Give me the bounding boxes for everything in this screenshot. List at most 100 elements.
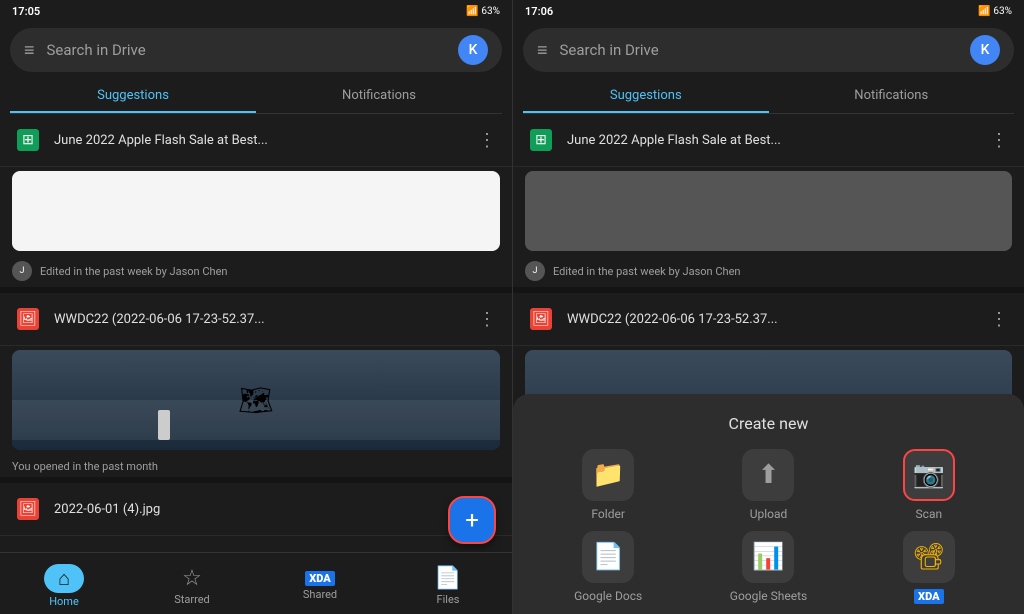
left-phone-panel: 17:05 📶 63% ≡ Search in Drive K Suggesti… <box>0 0 512 614</box>
more-icon-r1[interactable]: ⋮ <box>986 126 1012 155</box>
preview-gray-r1 <box>525 171 1012 251</box>
nav-shared[interactable]: XDA Shared <box>256 567 384 601</box>
home-icon: ⌂ <box>44 564 84 593</box>
file-name-r1: June 2022 Apple Flash Sale at Best... <box>567 133 976 148</box>
create-folder[interactable]: 📁 Folder <box>533 449 683 521</box>
search-text-right: Search in Drive <box>560 41 970 59</box>
file-preview-2: 🗺 <box>12 350 500 450</box>
wwdc-scene: 🗺 <box>12 350 500 450</box>
signal-icon-right: 📶 <box>978 6 990 17</box>
file-info-r2: WWDC22 (2022-06-06 17-23-52.37... <box>567 312 976 327</box>
file-item-r1[interactable]: ⊞ June 2022 Apple Flash Sale at Best... … <box>513 114 1024 167</box>
person-figure <box>158 410 170 440</box>
preview-image-2: 🗺 <box>12 350 500 450</box>
status-time-right: 17:06 <box>525 5 553 18</box>
spreadsheet-icon-r1: ⊞ <box>525 124 557 156</box>
scan-icon-wrap: 📷 <box>903 449 955 501</box>
tab-suggestions-left[interactable]: Suggestions <box>10 78 256 113</box>
nav-starred[interactable]: ☆ Starred <box>128 562 256 606</box>
edited-line-1: J Edited in the past week by Jason Chen <box>0 257 512 287</box>
file-info-r1: June 2022 Apple Flash Sale at Best... <box>567 133 976 148</box>
battery-left: 63% <box>481 6 500 17</box>
bottom-nav-left: ⌂ Home ☆ Starred XDA Shared 📄 Files <box>0 552 512 614</box>
more-icon-r2[interactable]: ⋮ <box>986 305 1012 334</box>
tab-notifications-left[interactable]: Notifications <box>256 78 502 113</box>
file-list-left: ⊞ June 2022 Apple Flash Sale at Best... … <box>0 114 512 614</box>
docs-label: Google Docs <box>574 589 642 603</box>
file-name-2: WWDC22 (2022-06-06 17-23-52.37... <box>54 312 464 327</box>
nav-home-label: Home <box>49 595 79 608</box>
sheets-label: Google Sheets <box>730 589 807 603</box>
scan-label: Scan <box>916 507 943 521</box>
create-new-title: Create new <box>513 414 1024 433</box>
file-preview-r1 <box>525 171 1012 251</box>
file-info-1: June 2022 Apple Flash Sale at Best... <box>54 133 464 148</box>
more-icon-1[interactable]: ⋮ <box>474 126 500 155</box>
tabs-right: Suggestions Notifications <box>523 78 1014 114</box>
spreadsheet-icon-1: ⊞ <box>12 124 44 156</box>
right-phone-panel: 17:06 📶 63% ≡ Search in Drive K Suggesti… <box>512 0 1024 614</box>
create-slides[interactable]: 📽 XDA <box>854 531 1004 604</box>
create-new-grid: 📁 Folder ⬆ Upload 📷 Scan <box>513 449 1024 604</box>
sheets-icon: 📊 <box>752 542 784 572</box>
docs-icon: 📄 <box>592 542 624 572</box>
xda-logo-right: XDA <box>914 589 944 604</box>
folder-icon: 📁 <box>592 460 624 490</box>
xda-logo-left: XDA <box>305 571 335 586</box>
search-bar-right[interactable]: ≡ Search in Drive K <box>523 28 1014 72</box>
avatar-right[interactable]: K <box>970 35 1000 65</box>
xda-area-right: XDA <box>914 589 944 604</box>
files-icon: 📄 <box>434 566 461 591</box>
tabs-left: Suggestions Notifications <box>10 78 502 114</box>
status-icons-left: 📶 63% <box>466 6 500 17</box>
tab-notifications-right[interactable]: Notifications <box>769 78 1015 113</box>
nav-shared-label: Shared <box>303 588 337 601</box>
search-bar-left[interactable]: ≡ Search in Drive K <box>10 28 502 72</box>
nav-files-label: Files <box>437 593 460 606</box>
file-info-3: 2022-06-01 (4).jpg <box>54 502 500 517</box>
star-icon: ☆ <box>182 566 202 591</box>
create-sheets[interactable]: 📊 Google Sheets <box>693 531 843 604</box>
slides-icon-wrap: 📽 <box>903 531 955 583</box>
nav-home[interactable]: ⌂ Home <box>0 560 128 608</box>
edited-avatar-r1: J <box>525 261 545 281</box>
search-text-left: Search in Drive <box>47 41 458 59</box>
tab-suggestions-right[interactable]: Suggestions <box>523 78 769 113</box>
more-icon-2[interactable]: ⋮ <box>474 305 500 334</box>
file-item-1[interactable]: ⊞ June 2022 Apple Flash Sale at Best... … <box>0 114 512 167</box>
upload-icon: ⬆ <box>758 460 780 490</box>
docs-icon-wrap: 📄 <box>582 531 634 583</box>
create-scan[interactable]: 📷 Scan <box>854 449 1004 521</box>
avatar-left[interactable]: K <box>458 35 488 65</box>
battery-right: 63% <box>993 6 1012 17</box>
edited-text-1: Edited in the past week by Jason Chen <box>40 265 227 278</box>
shared-xda-area: XDA <box>305 571 335 586</box>
nav-files[interactable]: 📄 Files <box>384 562 512 606</box>
image-icon-2: 🖼 <box>12 303 44 335</box>
status-time-left: 17:05 <box>12 5 40 18</box>
fab-button-left[interactable]: + <box>448 496 496 544</box>
maps-icon: 🗺 <box>238 384 274 417</box>
nav-starred-label: Starred <box>174 593 210 606</box>
image-icon-3: 🖼 <box>12 493 44 525</box>
image-icon-r2: 🖼 <box>525 303 557 335</box>
signal-icon-left: 📶 <box>466 6 478 17</box>
create-upload[interactable]: ⬆ Upload <box>693 449 843 521</box>
create-new-overlay: Create new 📁 Folder ⬆ Upload 📷 <box>513 394 1024 614</box>
preview-white-1 <box>12 171 500 251</box>
file-item-r2[interactable]: 🖼 WWDC22 (2022-06-06 17-23-52.37... ⋮ <box>513 293 1024 346</box>
file-item-3[interactable]: 🖼 2022-06-01 (4).jpg <box>0 483 512 536</box>
opened-text-2: You opened in the past month <box>0 456 512 477</box>
folder-icon-wrap: 📁 <box>582 449 634 501</box>
file-name-r2: WWDC22 (2022-06-06 17-23-52.37... <box>567 312 976 327</box>
create-docs[interactable]: 📄 Google Docs <box>533 531 683 604</box>
hamburger-icon-left[interactable]: ≡ <box>24 40 35 61</box>
scan-icon: 📷 <box>913 460 945 490</box>
edited-text-r1: Edited in the past week by Jason Chen <box>553 265 740 278</box>
folder-label: Folder <box>591 507 624 521</box>
file-item-2[interactable]: 🖼 WWDC22 (2022-06-06 17-23-52.37... ⋮ <box>0 293 512 346</box>
status-bar-right: 17:06 📶 63% <box>513 0 1024 22</box>
status-bar-left: 17:05 📶 63% <box>0 0 512 22</box>
upload-label: Upload <box>750 507 788 521</box>
hamburger-icon-right[interactable]: ≡ <box>537 40 548 61</box>
